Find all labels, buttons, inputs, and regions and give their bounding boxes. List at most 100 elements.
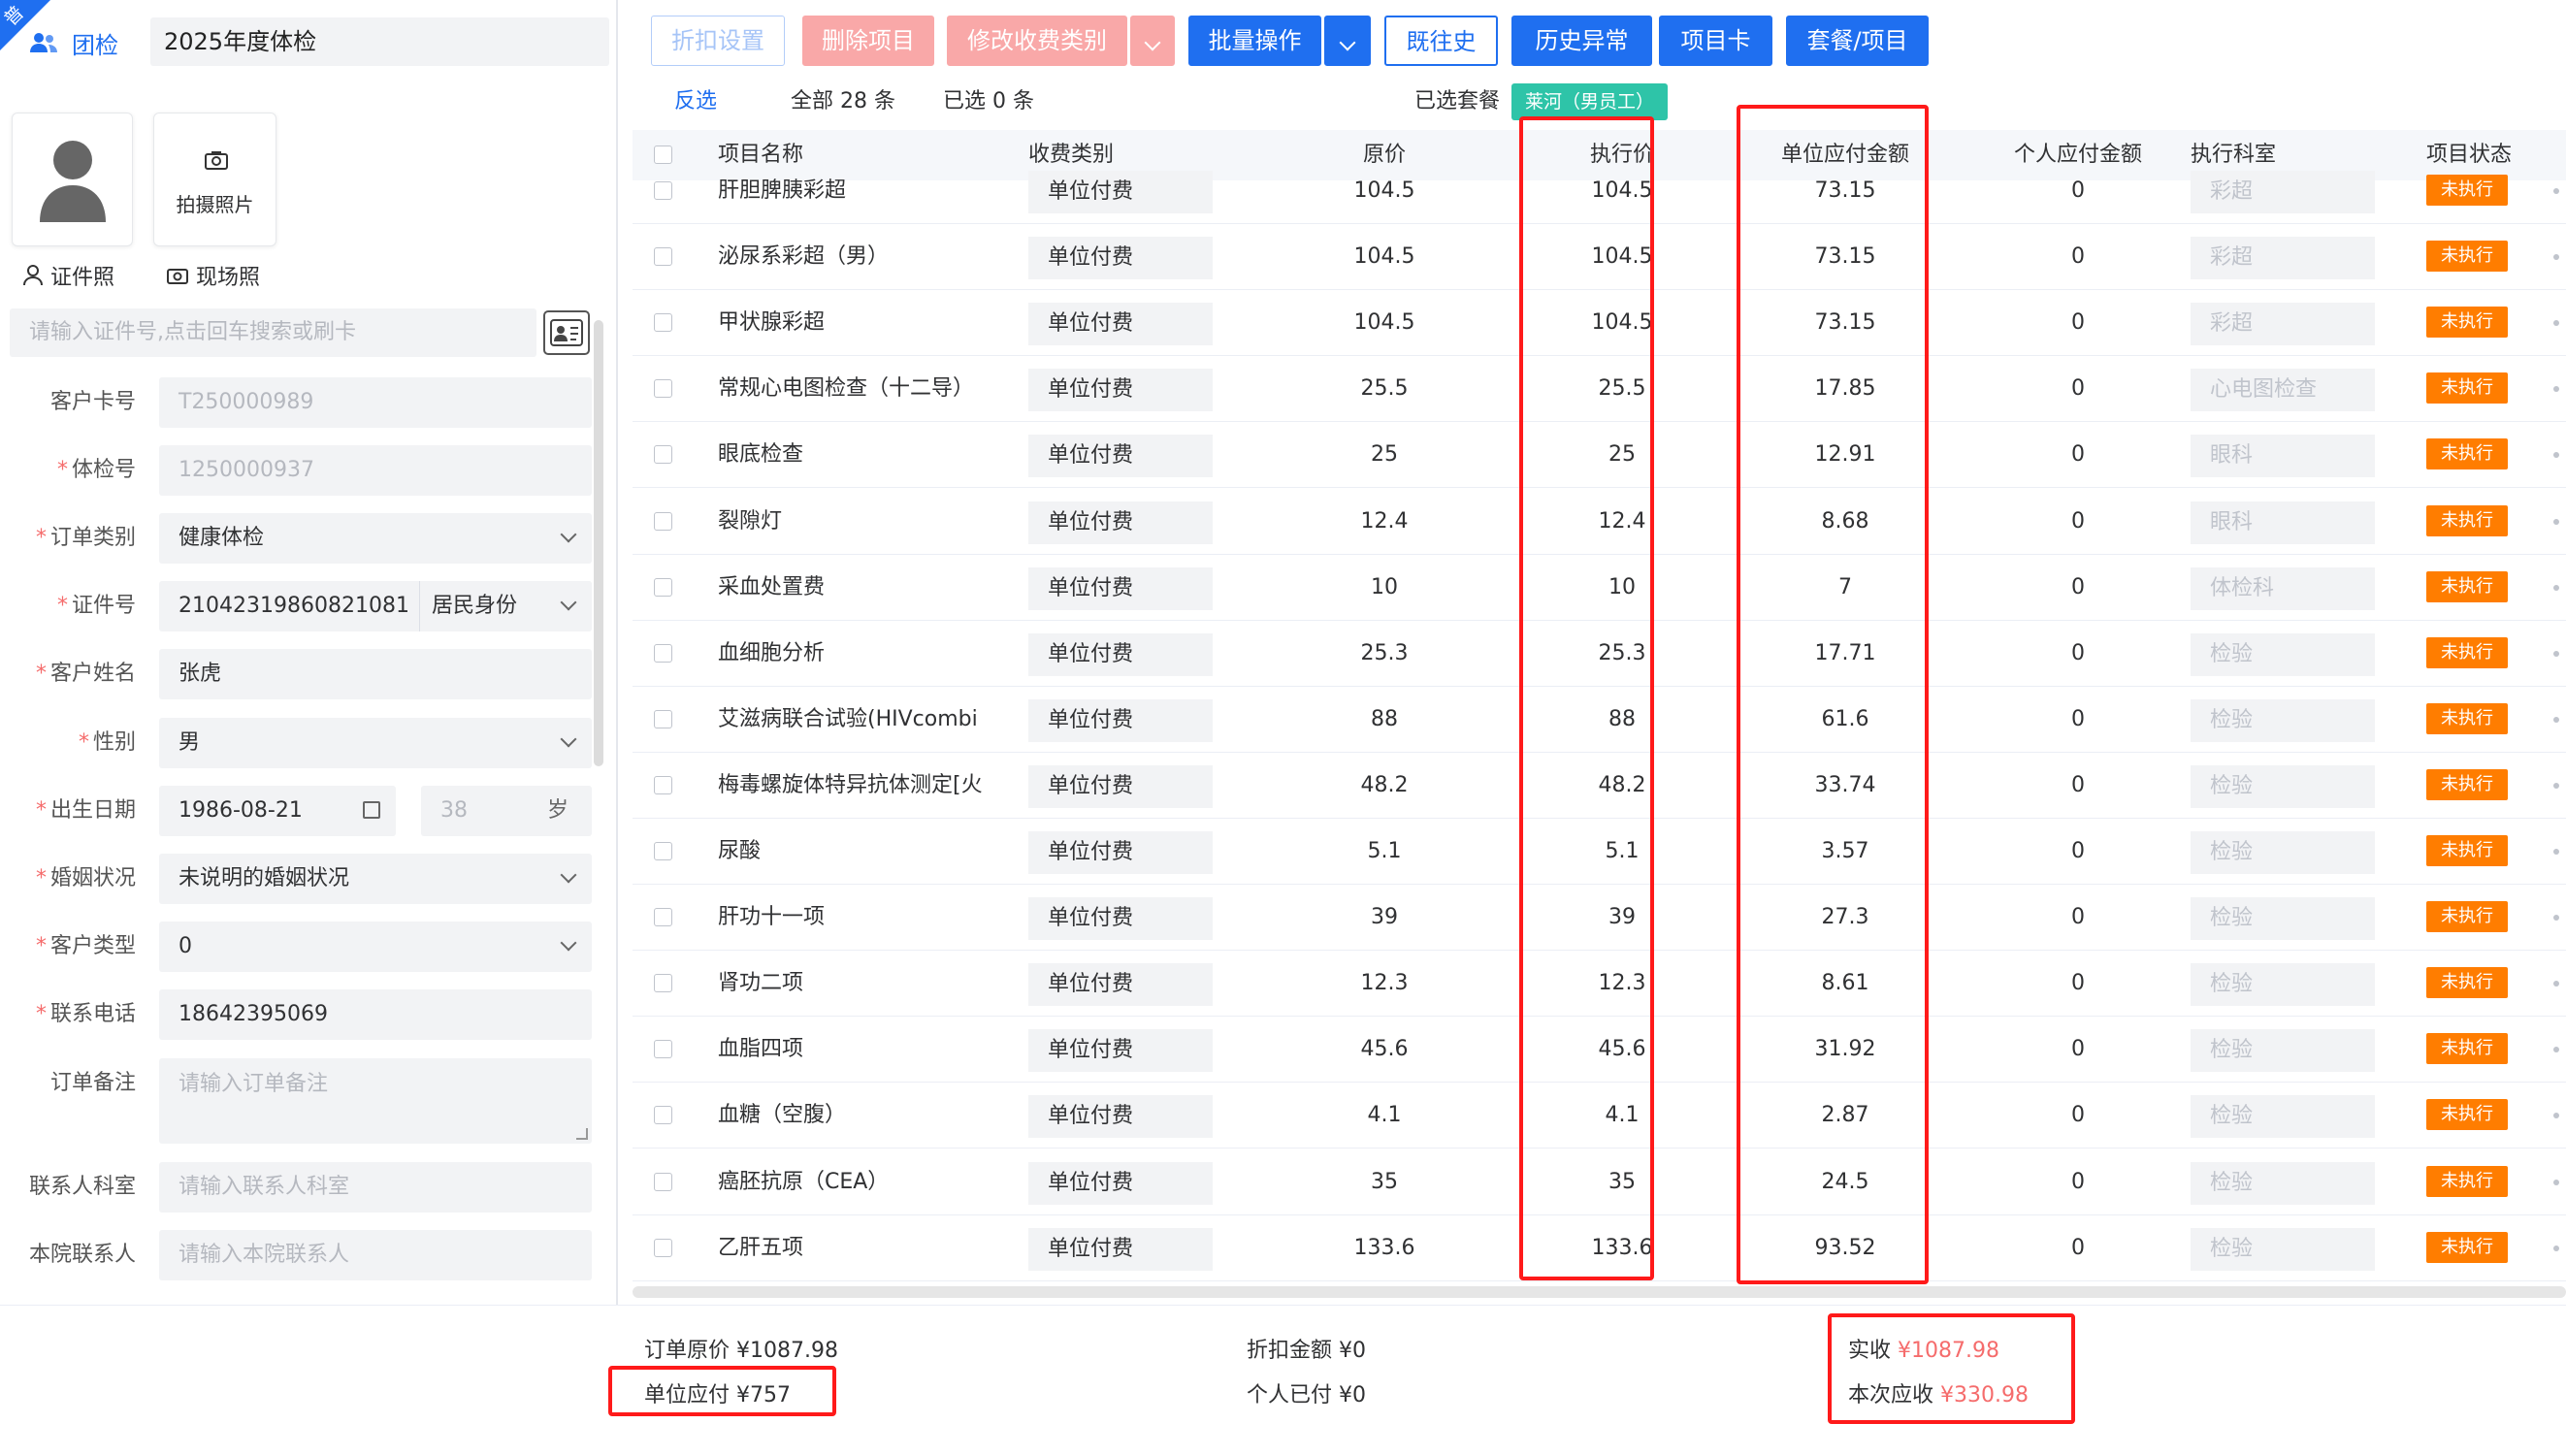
exec-dept-field[interactable]: 检验 [2191,963,2375,1007]
exec-dept-field[interactable]: 检验 [2191,698,2375,742]
batch-operation-dropdown[interactable] [1324,16,1371,66]
invert-selection-link[interactable]: 反选 [674,83,717,114]
id-type-select[interactable]: 居民身份 [419,581,592,631]
row-checkbox[interactable] [654,775,672,794]
item-card-button[interactable]: 项目卡 [1659,16,1772,66]
form-input[interactable]: 1986-08-21 [159,786,396,836]
row-more-icon[interactable] [2553,584,2559,591]
package-items-button[interactable]: 套餐/项目 [1786,16,1929,66]
id-photo-tab[interactable]: 证件照 [23,260,114,291]
id-photo-box[interactable] [12,113,133,246]
form-input[interactable]: T250000989 [159,377,592,428]
table-row[interactable]: 乙肝五项 单位付费 133.6 133.6 93.52 0 检验 未执行 [633,1215,2566,1281]
row-more-icon[interactable] [2553,518,2559,525]
order-name-field[interactable]: 2025年度体检 [150,17,609,66]
table-row[interactable]: 甲状腺彩超 单位付费 104.5 104.5 73.15 0 彩超 未执行 [633,290,2566,357]
row-more-icon[interactable] [2553,849,2559,855]
table-row[interactable]: 眼底检查 单位付费 25 25 12.91 0 眼科 未执行 [633,422,2566,489]
row-more-icon[interactable] [2553,254,2559,261]
past-history-button[interactable]: 既往史 [1384,16,1498,66]
form-scrollbar[interactable] [594,320,603,766]
exec-dept-field[interactable]: 检验 [2191,1029,2375,1073]
fee-category-field[interactable]: 单位付费 [1028,1227,1213,1271]
modify-fee-category-button[interactable]: 修改收费类别 [947,16,1127,66]
row-more-icon[interactable] [2553,1113,2559,1119]
form-input[interactable]: 18642395069 [159,989,592,1040]
row-more-icon[interactable] [2553,650,2559,657]
row-checkbox[interactable] [654,1106,672,1125]
group-check-tab[interactable]: 团检 [29,19,118,66]
form-input[interactable]: 未说明的婚姻状况 [159,854,592,904]
table-horizontal-scrollbar[interactable] [633,1286,2566,1298]
exec-dept-field[interactable]: 眼科 [2191,435,2375,478]
fee-category-field[interactable]: 单位付费 [1028,566,1213,610]
exec-dept-field[interactable]: 检验 [2191,1095,2375,1139]
read-id-card-button[interactable] [543,310,590,355]
row-checkbox[interactable] [654,1172,672,1191]
fee-category-field[interactable]: 单位付费 [1028,171,1213,213]
exec-dept-field[interactable]: 彩超 [2191,237,2375,280]
form-input[interactable]: 健康体检 [159,513,592,564]
table-row[interactable]: 裂隙灯 单位付费 12.4 12.4 8.68 0 眼科 未执行 [633,489,2566,555]
table-row[interactable]: 肝功十一项 单位付费 39 39 27.3 0 检验 未执行 [633,885,2566,952]
table-row[interactable]: 采血处置费 单位付费 10 10 7 0 体检科 未执行 [633,555,2566,621]
row-checkbox[interactable] [654,445,672,465]
table-row[interactable]: 尿酸 单位付费 5.1 5.1 3.57 0 检验 未执行 [633,819,2566,885]
fee-category-field[interactable]: 单位付费 [1028,1029,1213,1073]
row-more-icon[interactable] [2553,981,2559,987]
row-checkbox[interactable] [654,379,672,399]
row-more-icon[interactable] [2553,320,2559,327]
resize-handle-icon[interactable] [576,1128,588,1140]
row-more-icon[interactable] [2553,1179,2559,1185]
exec-dept-field[interactable]: 体检科 [2191,566,2375,610]
row-checkbox[interactable] [654,247,672,267]
row-more-icon[interactable] [2553,386,2559,393]
exec-dept-field[interactable]: 检验 [2191,1161,2375,1205]
exec-dept-field[interactable]: 检验 [2191,831,2375,874]
exec-dept-field[interactable]: 眼科 [2191,501,2375,544]
fee-category-field[interactable]: 单位付费 [1028,632,1213,676]
row-checkbox[interactable] [654,181,672,200]
table-row[interactable]: 泌尿系彩超（男） 单位付费 104.5 104.5 73.15 0 彩超 未执行 [633,224,2566,291]
row-more-icon[interactable] [2553,452,2559,459]
fee-category-field[interactable]: 单位付费 [1028,237,1213,280]
row-more-icon[interactable] [2553,915,2559,922]
fee-category-field[interactable]: 单位付费 [1028,764,1213,808]
exec-dept-field[interactable]: 心电图检查 [2191,369,2375,412]
fee-category-field[interactable]: 单位付费 [1028,698,1213,742]
row-checkbox[interactable] [654,908,672,927]
exec-dept-field[interactable]: 彩超 [2191,171,2375,213]
row-more-icon[interactable] [2553,1245,2559,1251]
table-row[interactable]: 血细胞分析 单位付费 25.3 25.3 17.71 0 检验 未执行 [633,621,2566,687]
calendar-icon[interactable] [363,801,380,819]
history-abnormal-button[interactable]: 历史异常 [1511,16,1652,66]
delete-items-button[interactable]: 删除项目 [802,16,934,66]
capture-photo-button[interactable]: 拍摄照片 [153,113,276,246]
exec-dept-field[interactable]: 检验 [2191,1227,2375,1271]
form-input[interactable]: 21042319860821081 居民身份 [159,581,592,631]
table-row[interactable]: 血糖（空腹） 单位付费 4.1 4.1 2.87 0 检验 未执行 [633,1083,2566,1149]
form-input[interactable]: 请输入本院联系人 [159,1230,592,1280]
exec-dept-field[interactable]: 检验 [2191,632,2375,676]
modify-fee-dropdown[interactable] [1130,16,1175,66]
exec-dept-field[interactable]: 检验 [2191,897,2375,941]
fee-category-field[interactable]: 单位付费 [1028,435,1213,478]
form-input[interactable]: 请输入联系人科室 [159,1162,592,1213]
table-row[interactable]: 肝胆脾胰彩超 单位付费 104.5 104.5 73.15 0 彩超 未执行 [633,158,2566,224]
row-checkbox[interactable] [654,1040,672,1059]
row-more-icon[interactable] [2553,188,2559,194]
row-checkbox[interactable] [654,313,672,333]
row-more-icon[interactable] [2553,716,2559,723]
row-more-icon[interactable] [2553,1047,2559,1053]
row-more-icon[interactable] [2553,782,2559,789]
row-checkbox[interactable] [654,643,672,663]
selected-package-tag[interactable]: 莱河（男员工） [1511,83,1669,120]
live-photo-tab[interactable]: 现场照 [167,260,260,291]
table-row[interactable]: 癌胚抗原（CEA） 单位付费 35 35 24.5 0 检验 未执行 [633,1149,2566,1215]
table-row[interactable]: 常规心电图检查（十二导） 单位付费 25.5 25.5 17.85 0 心电图检查 未执行 [633,356,2566,423]
form-input[interactable]: 请输入订单备注 [159,1058,592,1144]
fee-category-field[interactable]: 单位付费 [1028,1161,1213,1205]
form-input[interactable]: 男 [159,718,592,768]
table-row[interactable]: 血脂四项 单位付费 45.6 45.6 31.92 0 检验 未执行 [633,1017,2566,1084]
exec-dept-field[interactable]: 彩超 [2191,303,2375,346]
